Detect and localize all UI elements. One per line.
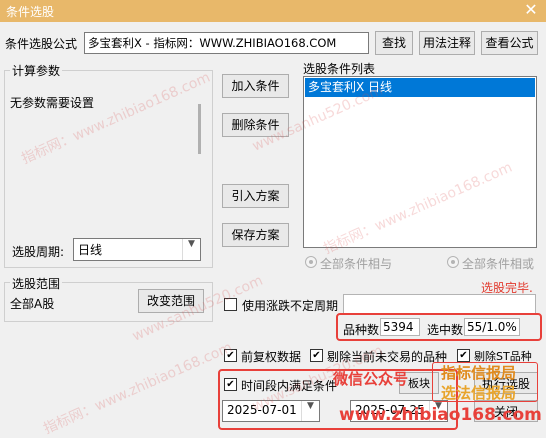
chevron-down-icon: ▼ (182, 239, 200, 260)
checkmark-icon: ✔ (312, 350, 321, 361)
selected-count-label: 选中数 (427, 323, 464, 337)
irregular-label: 使用涨跌不定周期 (242, 299, 339, 313)
title-bar: 条件选股 (0, 0, 546, 22)
period-select[interactable]: 日线 ▼ (73, 238, 201, 261)
stamp-line1: 指标信报局 (441, 364, 517, 382)
site-overlay: www.zhibiao168.com (339, 405, 542, 425)
total-count-value: 5394 (380, 318, 420, 336)
fq-label: 前复权数据 (241, 350, 302, 364)
close-icon[interactable]: ✕ (518, 0, 544, 20)
period-label: 选股周期: (12, 245, 65, 259)
st-checkbox[interactable]: ✔ (457, 349, 470, 362)
params-title: 计算参数 (10, 62, 63, 79)
radio-or-icon[interactable] (447, 256, 459, 268)
view-formula-button[interactable]: 查看公式 (481, 31, 538, 55)
find-button[interactable]: 查找 (375, 31, 413, 55)
window-title: 条件选股 (6, 5, 55, 19)
period-value: 日线 (78, 243, 103, 257)
and-label: 全部条件相与 (320, 257, 393, 271)
range-value: 全部A股 (10, 297, 55, 311)
watermark: 指标网：www.zhibiao168.com (41, 339, 235, 438)
checkmark-icon: ✔ (226, 379, 235, 390)
usage-button[interactable]: 用法注释 (419, 31, 475, 55)
time-checkbox[interactable]: ✔ (224, 378, 237, 391)
params-note: 无参数需要设置 (10, 96, 95, 110)
or-label: 全部条件相或 (462, 257, 535, 271)
total-count-label: 品种数 (343, 323, 380, 337)
checkmark-icon: ✔ (459, 350, 468, 361)
formula-field[interactable]: 多宝套利X - 指标网：WWW.ZHIBIAO168.COM (84, 32, 369, 54)
add-condition-button[interactable]: 加入条件 (222, 74, 289, 98)
list-item[interactable]: 多宝套利X 日线 (305, 78, 535, 97)
params-scrollbar[interactable] (198, 104, 201, 154)
irregular-input[interactable] (343, 294, 536, 314)
formula-label: 条件选股公式 (5, 37, 78, 51)
condition-list-title: 选股条件列表 (303, 62, 376, 76)
radio-and-icon[interactable] (305, 256, 317, 268)
chevron-down-icon: ▼ (301, 401, 319, 421)
range-title: 选股范围 (10, 275, 63, 292)
save-plan-button[interactable]: 保存方案 (222, 223, 289, 247)
untraded-checkbox[interactable]: ✔ (310, 349, 323, 362)
selected-count-value: 55/1.0% (464, 318, 520, 336)
stamp-line2: 选法信报局 (441, 384, 517, 402)
import-plan-button[interactable]: 引入方案 (222, 184, 289, 208)
